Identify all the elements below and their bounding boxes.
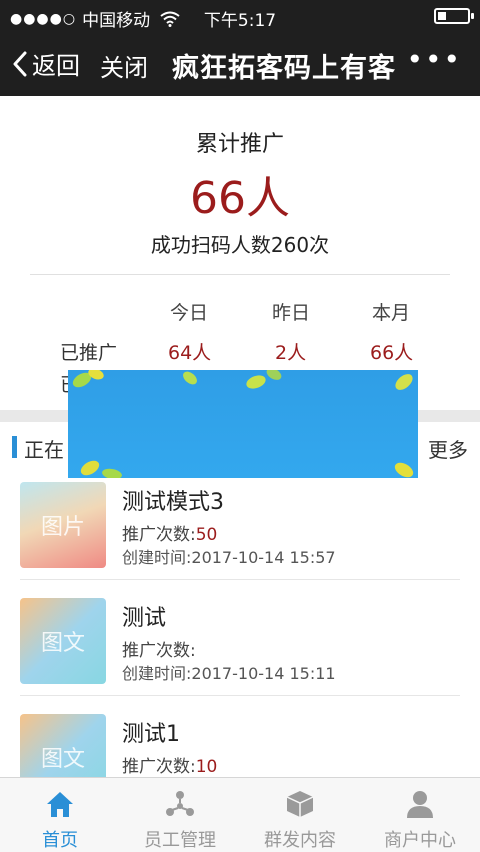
item-count-value: 50 [195, 525, 218, 545]
tab-home[interactable]: 首页 [0, 778, 120, 852]
list-item[interactable]: 图文 测试 推广次数: 创建时间:2017-10-14 15:11 [0, 596, 480, 711]
leaf-pattern-icon [72, 370, 414, 478]
tab-label: 员工管理 [144, 830, 216, 851]
item-count-label: 推广次数: [122, 525, 196, 545]
item-name: 测试1 [122, 722, 180, 747]
item-count: 推广次数: [122, 636, 196, 661]
stats-row-label: 已推广 [60, 342, 118, 364]
item-name: 测试模式3 [122, 490, 224, 515]
top-bar: ●●●●○ 中国移动 下午5:17 返回 关闭 疯狂拓客码上有客 ••• [0, 0, 480, 96]
summary-label: 累计推广 [195, 132, 284, 157]
status-time: 下午5:17 [203, 11, 277, 31]
item-thumbnail: 图片 [20, 482, 106, 568]
back-button[interactable]: 返回 [12, 46, 80, 81]
section-accent-bar [12, 436, 17, 458]
battery-icon [434, 8, 474, 24]
more-link[interactable]: 更多 [428, 434, 468, 463]
user-icon [407, 791, 433, 818]
close-button[interactable]: 关闭 [100, 48, 148, 83]
tab-label: 商户中心 [384, 830, 456, 851]
tab-broadcast[interactable]: 群发内容 [240, 778, 360, 852]
more-options-icon[interactable]: ••• [406, 46, 462, 74]
list-item[interactable]: 图片 测试模式3 推广次数:50 创建时间:2017-10-14 15:57 [0, 480, 480, 595]
back-label: 返回 [32, 52, 80, 80]
item-created: 创建时间:2017-10-14 15:11 [122, 664, 336, 683]
item-name: 测试 [122, 606, 167, 631]
item-count-label: 推广次数: [122, 757, 196, 777]
summary-scan-count: 成功扫码人数260次 [150, 233, 330, 257]
nav-bar: 返回 关闭 疯狂拓客码上有客 ••• [0, 38, 480, 90]
tab-merchant[interactable]: 商户中心 [360, 778, 480, 852]
tab-label: 群发内容 [264, 830, 336, 851]
summary-total: 66人 [190, 173, 290, 224]
section-title: 正在 [24, 438, 64, 462]
status-bar: ●●●●○ 中国移动 下午5:17 [0, 0, 480, 32]
stats-value-today: 64人 [168, 342, 212, 364]
divider [20, 579, 460, 580]
item-count: 推广次数:50 [122, 520, 217, 545]
divider [20, 695, 460, 696]
home-icon [47, 792, 73, 817]
page-title: 疯狂拓客码上有客 [172, 53, 396, 84]
item-thumbnail: 图文 [20, 598, 106, 684]
chevron-left-icon [13, 51, 27, 76]
stats-header-month: 本月 [372, 302, 411, 324]
tab-staff[interactable]: 员工管理 [120, 778, 240, 852]
stats-value-month: 66人 [370, 342, 414, 364]
banner-ad[interactable] [68, 370, 418, 478]
box-icon [286, 791, 314, 817]
item-created: 创建时间:2017-10-14 15:57 [122, 548, 336, 567]
item-count: 推广次数:10 [122, 752, 217, 777]
tab-bar: 首页 员工管理 群发内容 商户中心 [0, 777, 480, 852]
summary-section: 累计推广 66人 成功扫码人数260次 [0, 96, 480, 276]
item-count-label: 推广次数: [122, 641, 196, 661]
item-count-value: 10 [195, 757, 218, 777]
network-icon [166, 791, 194, 816]
stats-header-yesterday: 昨日 [272, 302, 311, 324]
stats-value-yesterday: 2人 [275, 342, 307, 364]
divider [30, 274, 450, 275]
stats-header-today: 今日 [170, 302, 209, 324]
tab-label: 首页 [42, 830, 78, 851]
